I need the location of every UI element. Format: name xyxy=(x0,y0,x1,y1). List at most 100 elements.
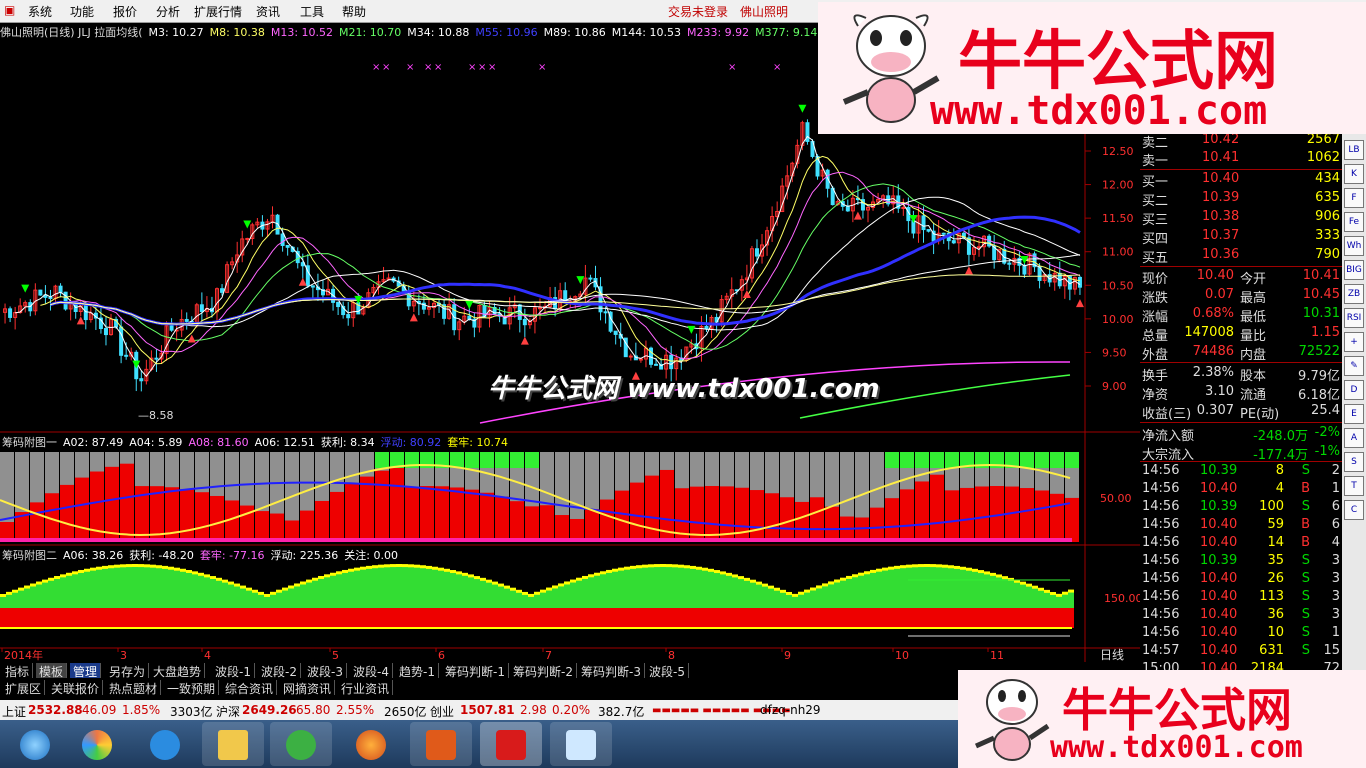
menu-help[interactable]: 帮助 xyxy=(342,3,366,20)
toolbar-icon[interactable]: BIG xyxy=(1344,260,1364,280)
bid-row[interactable]: 买二 10.39 635 xyxy=(1140,189,1342,209)
sub2-bar-green xyxy=(516,591,522,608)
quote-row[interactable]: 涨幅 0.68% 最低 10.31 xyxy=(1140,305,1342,325)
toolbar-icon[interactable]: K xyxy=(1344,164,1364,184)
taskbar-firefox[interactable] xyxy=(340,722,402,766)
extended-tab[interactable]: 网摘资讯 xyxy=(280,680,336,696)
menu-quote[interactable]: 报价 xyxy=(113,3,137,20)
toolbar-icon[interactable]: Fe xyxy=(1344,212,1364,232)
flow-row[interactable]: 大宗流入 -177.4万 -1% xyxy=(1140,443,1342,463)
chip-bar-red xyxy=(420,486,434,542)
extended-tab[interactable]: 行业资讯 xyxy=(338,680,394,696)
taskbar-ie[interactable] xyxy=(134,722,196,766)
tick-row[interactable]: 14:56 10.40 59 B 6 xyxy=(1140,516,1342,534)
tick-row[interactable]: 14:56 10.40 4 B 1 xyxy=(1140,480,1342,498)
sub2-bar-green xyxy=(438,569,444,608)
bid-row[interactable]: 买三 10.38 906 xyxy=(1140,208,1342,228)
tick-row[interactable]: 14:56 10.39 8 S 2 xyxy=(1140,462,1342,480)
tick-row[interactable]: 14:56 10.40 36 S 3 xyxy=(1140,606,1342,624)
toolbar-icon[interactable]: F xyxy=(1344,188,1364,208)
menu-info[interactable]: 资讯 xyxy=(256,3,280,20)
tick-row[interactable]: 14:56 10.40 14 B 4 xyxy=(1140,534,1342,552)
sh-value[interactable]: 2532.88 xyxy=(28,703,83,717)
menu-extended[interactable]: 扩展行情 xyxy=(194,3,242,20)
indicator-tab[interactable]: 波段-5 xyxy=(646,663,689,679)
sz-value[interactable]: 2649.26 xyxy=(242,703,297,717)
sub2-bar-green xyxy=(498,585,504,608)
indicator-tab[interactable]: 筹码判断-3 xyxy=(578,663,645,679)
indicator-tab[interactable]: 模板 xyxy=(36,663,68,679)
toolbar-icon[interactable]: + xyxy=(1344,332,1364,352)
tick-row[interactable]: 14:56 10.40 10 S 1 xyxy=(1140,624,1342,642)
indicator-tab[interactable]: 另存为 xyxy=(106,663,150,679)
tick-row[interactable]: 14:57 10.40 631 S 15 xyxy=(1140,642,1342,660)
toolbar-icon[interactable]: ZB xyxy=(1344,284,1364,304)
quote-row[interactable]: 总量 147008 量比 1.15 xyxy=(1140,324,1342,344)
flow-row[interactable]: 净流入额 -248.0万 -2% xyxy=(1140,424,1342,444)
menu-tools[interactable]: 工具 xyxy=(300,3,324,20)
extended-tab[interactable]: 综合资讯 xyxy=(222,680,278,696)
quote-row[interactable]: 外盘 74486 内盘 72522 xyxy=(1140,343,1342,363)
chip-bar-red xyxy=(210,495,224,542)
taskbar-browser-360[interactable] xyxy=(270,722,332,766)
indicator-tab[interactable]: 波段-2 xyxy=(258,663,301,679)
toolbar-icon[interactable]: E xyxy=(1344,404,1364,424)
bid-row[interactable]: 买一 10.40 434 xyxy=(1140,170,1342,190)
app-logo-icon[interactable]: ▣ xyxy=(4,3,15,17)
sub2-bar-green xyxy=(1044,591,1050,608)
ask-row[interactable]: 卖一 10.41 1062 xyxy=(1140,149,1342,169)
extended-tab[interactable]: 热点题材 xyxy=(106,680,162,696)
menu-function[interactable]: 功能 xyxy=(70,3,94,20)
bid-row[interactable]: 买四 10.37 333 xyxy=(1140,227,1342,247)
taskbar-app-1[interactable] xyxy=(66,722,128,766)
chip-bar-green xyxy=(450,452,464,468)
menu-analysis[interactable]: 分析 xyxy=(156,3,180,20)
toolbar-icon[interactable]: LB xyxy=(1344,140,1364,160)
toolbar-icon[interactable]: D xyxy=(1344,380,1364,400)
sub2-bar-red xyxy=(750,608,756,628)
toolbar-icon[interactable]: Wh xyxy=(1344,236,1364,256)
taskbar-explorer[interactable] xyxy=(202,722,264,766)
indicator-tab[interactable]: 筹码判断-2 xyxy=(510,663,577,679)
fund-row[interactable]: 换手 2.38% 股本 9.79亿 xyxy=(1140,364,1342,384)
tick-row[interactable]: 14:56 10.39 35 S 3 xyxy=(1140,552,1342,570)
extended-tab[interactable]: 扩展区 xyxy=(2,680,46,696)
y-tick-label: 11.50 xyxy=(1102,212,1134,225)
menu-system[interactable]: 系统 xyxy=(28,3,52,20)
toolbar-icon[interactable]: RSI xyxy=(1344,308,1364,328)
tick-row[interactable]: 14:56 10.39 100 S 6 xyxy=(1140,498,1342,516)
taskbar-tdx[interactable] xyxy=(480,722,542,766)
extended-tab[interactable]: 一致预期 xyxy=(164,680,220,696)
sub2-bar-green xyxy=(1056,595,1062,608)
tick-row[interactable]: 14:56 10.40 26 S 3 xyxy=(1140,570,1342,588)
trade-status[interactable]: 交易未登录 xyxy=(668,3,728,20)
bid-row[interactable]: 买五 10.36 790 xyxy=(1140,246,1342,266)
quote-row[interactable]: 现价 10.40 今开 10.41 xyxy=(1140,267,1342,287)
toolbar-icon[interactable]: C xyxy=(1344,500,1364,520)
extended-tab[interactable]: 关联报价 xyxy=(48,680,104,696)
sub2-bar-green xyxy=(654,566,660,608)
fund-row[interactable]: 收益(三) 0.307 PE(动) 25.4 xyxy=(1140,402,1342,422)
taskbar-fox-app[interactable] xyxy=(410,722,472,766)
sub2-bar-top xyxy=(474,576,480,580)
indicator-tab[interactable]: 管理 xyxy=(70,663,102,679)
indicator-tab[interactable]: 波段-3 xyxy=(304,663,347,679)
toolbar-icon[interactable]: T xyxy=(1344,476,1364,496)
start-button[interactable] xyxy=(4,722,66,766)
quote-row[interactable]: 涨跌 0.07 最高 10.45 xyxy=(1140,286,1342,306)
toolbar-icon[interactable]: ✎ xyxy=(1344,356,1364,376)
fund-row[interactable]: 净资 3.10 流通 6.18亿 xyxy=(1140,383,1342,403)
toolbar-icon[interactable]: S xyxy=(1344,452,1364,472)
buy-arrow-icon xyxy=(21,284,30,293)
indicator-tab[interactable]: 指标 xyxy=(2,663,34,679)
indicator-tab[interactable]: 波段-4 xyxy=(350,663,393,679)
tick-row[interactable]: 14:56 10.40 113 S 3 xyxy=(1140,588,1342,606)
indicator-tab[interactable]: 筹码判断-1 xyxy=(442,663,509,679)
sub2-bar-top xyxy=(816,585,822,589)
indicator-tab[interactable]: 趋势-1 xyxy=(396,663,439,679)
indicator-tab[interactable]: 波段-1 xyxy=(212,663,255,679)
cy-value[interactable]: 1507.81 xyxy=(460,703,515,717)
taskbar-paint[interactable] xyxy=(550,722,612,766)
toolbar-icon[interactable]: A xyxy=(1344,428,1364,448)
indicator-tab[interactable]: 大盘趋势 xyxy=(150,663,206,679)
